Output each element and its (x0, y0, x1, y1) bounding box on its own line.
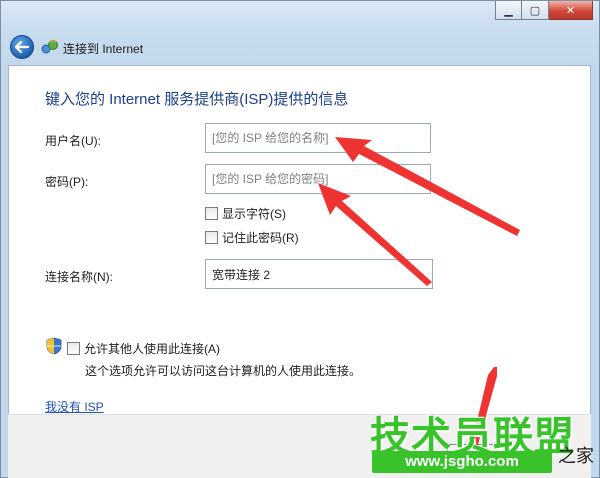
back-arrow-icon (15, 41, 29, 53)
network-connection-icon (41, 40, 58, 54)
allow-others-note: 这个选项允许可以访问这台计算机的人使用此连接。 (85, 364, 362, 378)
maximize-icon: ▢ (529, 3, 541, 17)
no-isp-link[interactable]: 我没有 ISP (45, 398, 104, 415)
allow-others-checkbox[interactable] (67, 342, 80, 355)
username-input[interactable] (205, 123, 431, 153)
show-characters-checkbox-row[interactable]: 显示字符(S) (205, 205, 286, 222)
close-icon: ✕ (565, 3, 576, 17)
remember-password-checkbox[interactable] (205, 231, 218, 244)
connection-name-label: 连接名称(N): (45, 270, 113, 284)
window-title: 连接到 Internet (63, 42, 144, 56)
password-input[interactable] (205, 164, 431, 194)
page-heading: 键入您的 Internet 服务提供商(ISP)提供的信息 (45, 91, 349, 108)
close-button[interactable]: ✕ (549, 1, 593, 20)
allow-others-checkbox-row[interactable]: 允许其他人使用此连接(A) (67, 340, 220, 357)
remember-password-label: 记住此密码(R) (222, 231, 299, 245)
minimize-icon: ▁ (504, 3, 513, 17)
connection-name-input[interactable] (205, 259, 433, 289)
allow-others-label: 允许其他人使用此连接(A) (84, 342, 220, 356)
password-label: 密码(P): (45, 175, 89, 189)
username-label: 用户名(U): (45, 134, 101, 148)
watermark-url: www.jsgho.com (372, 451, 552, 473)
security-shield-icon (46, 337, 62, 355)
minimize-button[interactable]: ▁ (495, 1, 522, 20)
remember-password-checkbox-row[interactable]: 记住此密码(R) (205, 229, 299, 246)
watermark-suffix: 之家 (558, 446, 594, 467)
maximize-button[interactable]: ▢ (522, 1, 549, 20)
nav-bar: 连接到 Internet (1, 31, 600, 65)
show-characters-checkbox[interactable] (205, 207, 218, 220)
show-characters-label: 显示字符(S) (222, 207, 286, 221)
back-button[interactable] (10, 35, 34, 59)
window-controls: ▁ ▢ ✕ (495, 1, 593, 23)
watermark: 技术员联盟 www.jsgho.com 之家 (368, 404, 600, 478)
